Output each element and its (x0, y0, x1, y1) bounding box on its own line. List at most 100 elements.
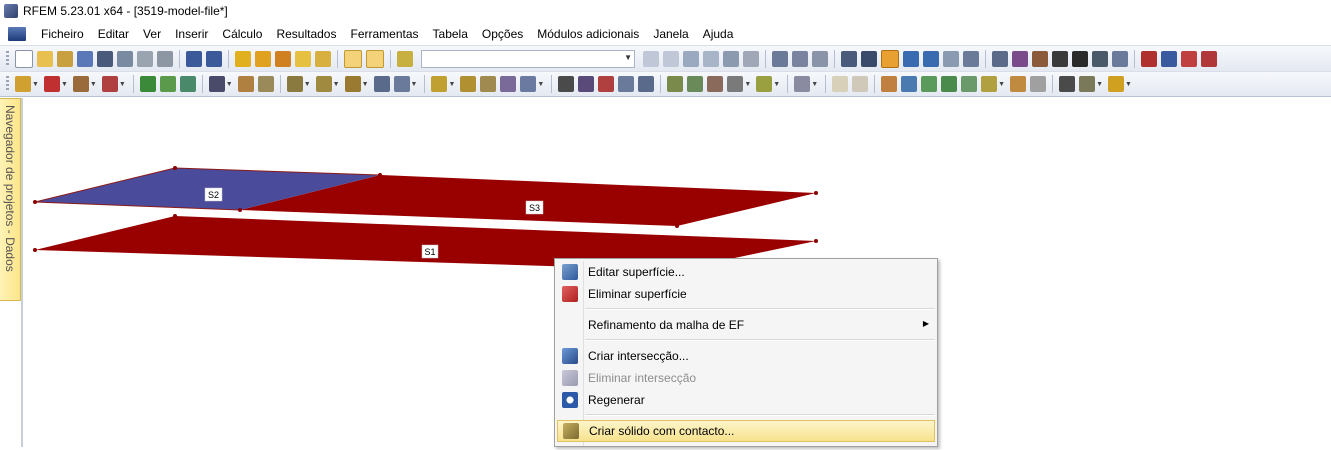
new-file-icon[interactable] (15, 49, 33, 68)
printout-icon[interactable] (117, 50, 133, 67)
open-folder-icon[interactable] (37, 50, 53, 67)
new-member-icon[interactable] (72, 76, 89, 92)
max-values-icon[interactable] (703, 50, 719, 67)
solid-load-icon[interactable] (373, 76, 390, 92)
hinge-release-icon[interactable] (257, 76, 274, 92)
redo-icon[interactable] (206, 50, 222, 67)
menu-item-delete-surface[interactable]: Eliminar superfície (557, 283, 935, 305)
calc-icon[interactable] (1092, 50, 1108, 67)
node[interactable] (33, 200, 37, 204)
menu-editar[interactable]: Editar (91, 27, 136, 41)
menu-modulos-adicionais[interactable]: Módulos adicionais (530, 27, 646, 41)
check-model-icon[interactable] (558, 76, 575, 92)
chevron-down-icon[interactable]: ▼ (362, 81, 369, 88)
table-icon[interactable] (1059, 76, 1076, 92)
new-node-icon[interactable] (15, 76, 31, 92)
load-generator-icon[interactable] (431, 76, 448, 92)
undo-icon[interactable] (186, 50, 202, 67)
menu-resultados[interactable]: Resultados (269, 27, 343, 41)
menu-ajuda[interactable]: Ajuda (696, 27, 741, 41)
diagram-icon[interactable] (792, 50, 808, 67)
results-z-icon[interactable] (707, 76, 724, 92)
dxf-icon[interactable] (1030, 76, 1047, 92)
open-model-icon[interactable] (57, 50, 73, 67)
results-x-icon[interactable] (667, 76, 684, 92)
mesh-icon[interactable] (841, 50, 857, 67)
filter-icon[interactable] (794, 76, 811, 92)
chevron-down-icon[interactable]: ▼ (32, 81, 39, 88)
model-info-icon[interactable] (77, 50, 93, 67)
navigator-toggle-icon[interactable] (366, 49, 384, 68)
wind-load-icon[interactable] (460, 76, 477, 92)
previous-icon[interactable] (643, 50, 659, 67)
view-active-icon[interactable] (881, 49, 899, 68)
menu-item-fe-mesh-refinement[interactable]: Refinamento da malha de EF ▶ (557, 314, 935, 336)
chevron-down-icon[interactable]: ▼ (61, 81, 68, 88)
menu-ferramentas[interactable]: Ferramentas (343, 27, 425, 41)
measure-icon[interactable] (881, 76, 898, 92)
new-surface-icon[interactable] (101, 76, 118, 92)
close-icon[interactable] (1052, 50, 1068, 67)
report-icon[interactable] (1181, 50, 1197, 67)
chevron-down-icon[interactable]: ▼ (1125, 81, 1132, 88)
dimension-icon[interactable] (832, 76, 849, 92)
menu-opcoes[interactable]: Opções (475, 27, 530, 41)
print-graphic-icon[interactable] (157, 50, 173, 67)
select-icon[interactable] (295, 50, 311, 67)
menu-inserir[interactable]: Inserir (168, 27, 215, 41)
table-toggle-icon[interactable] (344, 49, 362, 68)
chevron-down-icon[interactable]: ▼ (411, 81, 418, 88)
view-iso-icon[interactable] (963, 50, 979, 67)
grid-icon[interactable] (861, 50, 877, 67)
node[interactable] (173, 214, 177, 218)
node[interactable] (33, 248, 37, 252)
chevron-down-icon[interactable]: ▼ (744, 81, 751, 88)
section-icon[interactable] (159, 76, 176, 92)
result-combination-icon[interactable] (520, 76, 537, 92)
coordinate-system-icon[interactable] (1010, 76, 1027, 92)
results-icon[interactable] (683, 50, 699, 67)
show-results-icon[interactable] (723, 50, 739, 67)
node[interactable] (378, 173, 382, 177)
view-x-icon[interactable] (903, 50, 919, 67)
node[interactable] (814, 191, 818, 195)
load-combination-icon[interactable] (500, 76, 517, 92)
node[interactable] (173, 166, 177, 170)
layers-icon[interactable] (981, 76, 998, 92)
display-icon[interactable] (756, 76, 773, 92)
imposed-deformation-icon[interactable] (393, 76, 410, 92)
node[interactable] (238, 208, 242, 212)
menu-calculo[interactable]: Cálculo (215, 27, 269, 41)
export-icon[interactable] (1141, 50, 1157, 67)
project-navigator-tab[interactable]: Navegador de projetos - Dados (0, 98, 21, 301)
view-y-icon[interactable] (923, 50, 939, 67)
nodal-support-icon[interactable] (208, 76, 225, 92)
color-scale-icon[interactable] (1108, 76, 1124, 92)
chevron-down-icon[interactable]: ▼ (226, 81, 233, 88)
view-icon[interactable] (618, 76, 635, 92)
wizard-icon[interactable] (1079, 76, 1096, 92)
menu-item-create-intersection[interactable]: Criar intersecção... (557, 345, 935, 367)
menu-ver[interactable]: Ver (136, 27, 168, 41)
toolbar-grip[interactable] (6, 76, 9, 92)
chevron-down-icon[interactable]: ▼ (537, 81, 544, 88)
load-icon[interactable] (1072, 50, 1088, 67)
settings-icon[interactable] (1112, 50, 1128, 67)
comment-icon[interactable] (852, 76, 869, 92)
visibility-icon[interactable] (921, 76, 938, 92)
snow-load-icon[interactable] (480, 76, 497, 92)
node[interactable] (675, 224, 679, 228)
nodal-load-icon[interactable] (286, 76, 303, 92)
menu-item-regenerate[interactable]: Regenerar (557, 389, 935, 411)
chevron-down-icon[interactable]: ▼ (773, 81, 780, 88)
chevron-down-icon[interactable]: ▼ (333, 81, 340, 88)
node-icon[interactable] (992, 50, 1008, 67)
toolbar-grip[interactable] (6, 50, 9, 67)
chevron-down-icon[interactable]: ▼ (998, 81, 1005, 88)
results-combined-icon[interactable] (727, 76, 744, 92)
menu-ficheiro[interactable]: Ficheiro (34, 27, 91, 41)
guide-line-icon[interactable] (901, 76, 918, 92)
load-case-combo[interactable]: ▼ (421, 49, 635, 68)
view-z-icon[interactable] (943, 50, 959, 67)
save-icon[interactable] (97, 50, 113, 67)
